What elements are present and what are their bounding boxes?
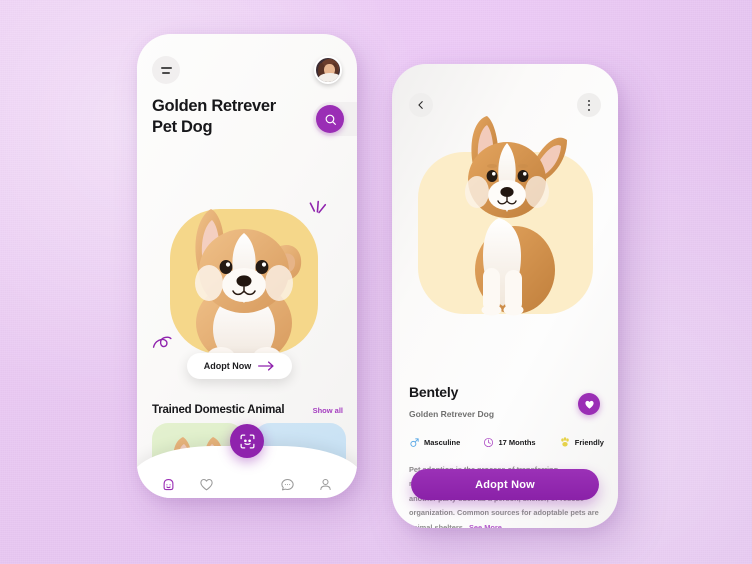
sidebar-item-profile[interactable] — [307, 477, 345, 492]
arrow-right-icon — [258, 361, 274, 371]
corgi-adult-photo — [465, 116, 567, 316]
pet-facts: Masculine 17 Months Friendly — [409, 436, 604, 448]
hamburger-icon[interactable] — [152, 56, 180, 84]
adopt-now-label: Adopt Now — [203, 361, 252, 371]
sidebar-item-messages[interactable] — [269, 477, 307, 492]
bottom-navigation — [137, 424, 357, 498]
home-screen-phone: Golden Retrever Pet Dog Adopt Now Traine… — [137, 34, 357, 498]
adopt-now-button[interactable]: Adopt Now — [187, 353, 292, 379]
paw-icon — [561, 437, 569, 447]
heart-filled-icon[interactable] — [578, 393, 600, 415]
male-symbol-icon — [410, 437, 419, 447]
fact-gender: Masculine — [409, 437, 460, 448]
show-all-link[interactable]: Show all — [313, 406, 343, 415]
fact-temperament-label: Friendly — [574, 437, 604, 447]
see-more-link[interactable]: See More — [469, 523, 502, 528]
fact-age-label: 17 Months — [498, 437, 536, 447]
detail-hero — [392, 110, 618, 335]
clock-icon — [484, 437, 494, 447]
fact-gender-label: Masculine — [424, 437, 461, 447]
pet-name: Bentely — [409, 384, 459, 400]
page-title: Golden Retrever Pet Dog — [152, 97, 276, 137]
sidebar-item-home[interactable] — [149, 477, 187, 492]
sidebar-item-favorites[interactable] — [187, 477, 225, 492]
detail-screen-phone: Bentely Golden Retrever Dog Masculine 17… — [392, 64, 618, 528]
section-heading: Trained Domestic Animal — [152, 404, 285, 416]
fact-temperament: Friendly — [559, 436, 604, 448]
section-header: Trained Domestic Animal Show all — [152, 404, 343, 416]
corgi-puppy-photo — [195, 209, 302, 367]
hero-section: Adopt Now — [137, 194, 357, 379]
adopt-now-cta-label: Adopt Now — [475, 478, 535, 491]
pet-breed: Golden Retrever Dog — [409, 409, 495, 419]
nav-icon-row — [137, 477, 357, 492]
home-topbar — [137, 52, 357, 88]
scan-face-icon[interactable] — [230, 424, 264, 458]
search-icon[interactable] — [316, 105, 344, 133]
fact-age: 17 Months — [483, 437, 536, 448]
adopt-now-cta-button[interactable]: Adopt Now — [411, 469, 599, 500]
background-texture — [0, 0, 752, 564]
avatar[interactable] — [314, 56, 342, 84]
search-bar[interactable] — [313, 102, 357, 136]
